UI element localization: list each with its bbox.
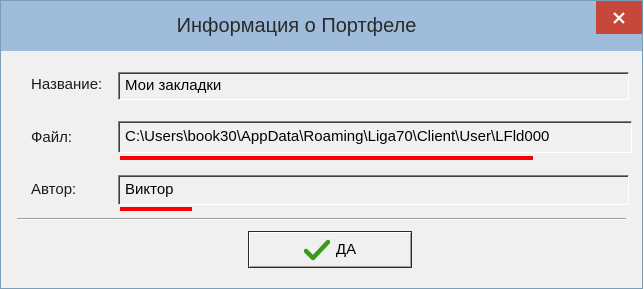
separator [17,218,626,220]
checkmark-icon [303,239,330,260]
title-bar[interactable]: Информация о Портфеле [1,1,642,51]
file-highlight-underline [120,156,533,160]
file-label: Файл: [31,129,73,146]
close-button[interactable] [596,1,642,34]
author-label: Автор: [31,181,77,198]
author-highlight-underline [120,207,192,211]
author-field[interactable]: Виктор [118,175,629,205]
name-field[interactable]: Мои закладки [118,72,629,100]
ok-button[interactable]: ДА [248,231,412,268]
window-title: Информация о Портфеле [176,15,417,37]
close-icon [613,11,625,24]
name-label: Название: [31,76,103,93]
file-field[interactable]: C:\Users\book30\AppData\Roaming\Liga70\C… [118,121,632,153]
ok-button-label: ДА [335,241,357,258]
portfolio-info-dialog: Информация о Портфеле Название: Мои закл… [0,0,643,289]
